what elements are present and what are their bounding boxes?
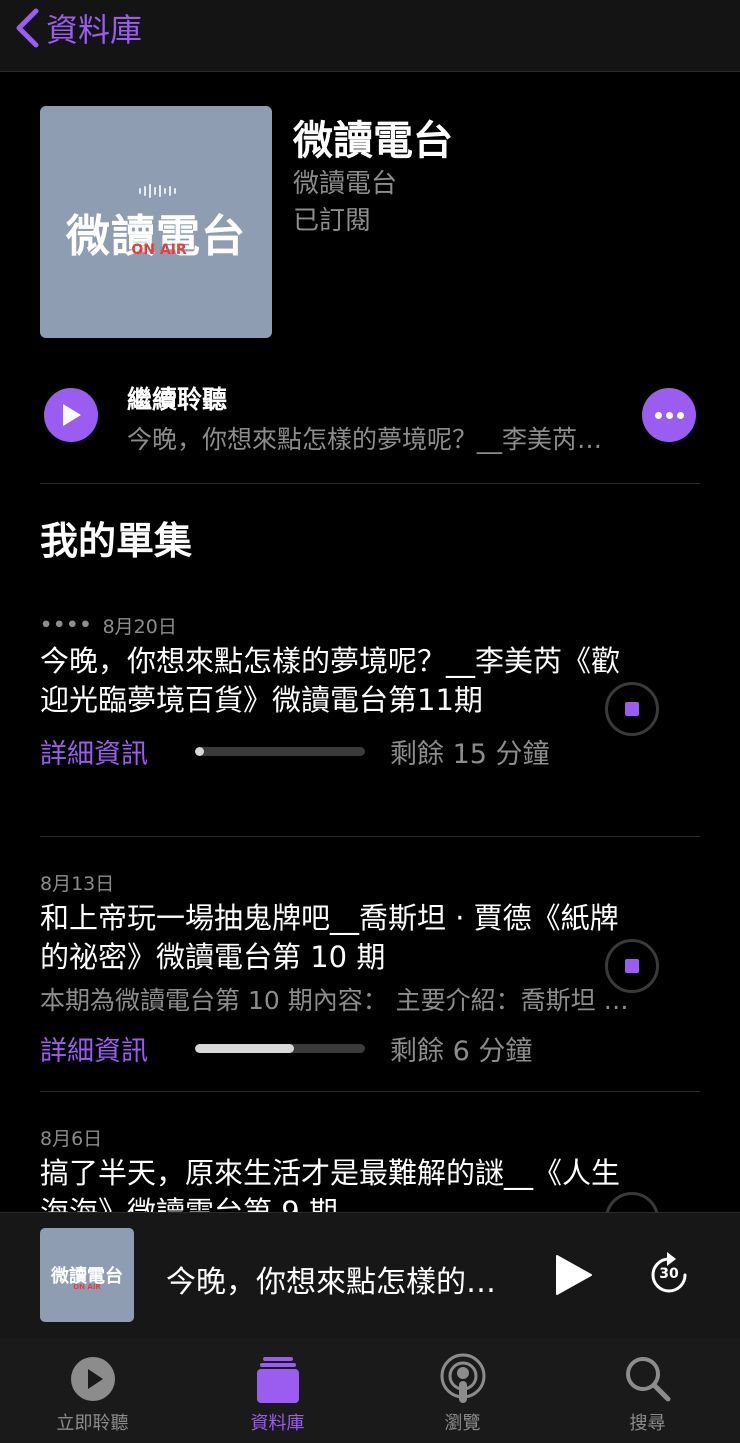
stop-icon xyxy=(625,702,639,716)
progress-fill xyxy=(195,747,204,756)
play-circle-icon xyxy=(70,1357,115,1401)
tab-label: 瀏覽 xyxy=(444,1413,481,1434)
play-icon xyxy=(556,1255,592,1295)
nav-bar: 資料庫 xyxy=(0,0,740,72)
more-dot-icon xyxy=(676,411,684,419)
section-title: 我的單集 xyxy=(40,519,193,563)
progress-fill xyxy=(195,1044,294,1053)
tab-label: 搜尋 xyxy=(629,1413,666,1434)
divider xyxy=(40,836,700,837)
download-progress-icon: •••• xyxy=(40,614,93,636)
episode-description: 本期為微讀電台第 10 期內容： 主要介紹：喬斯坦 · 賈德《紙牌的祕密》 xyxy=(40,986,630,1015)
artwork-badge: ON AIR xyxy=(131,242,187,258)
episode-details-link[interactable]: 詳細資訊 xyxy=(40,732,195,771)
tab-library[interactable]: 資料庫 xyxy=(185,1337,370,1443)
divider xyxy=(40,1091,700,1092)
resume-play-button[interactable] xyxy=(44,388,98,442)
episode-item[interactable]: •••• 8月20日 今晚，你想來點怎樣的夢境呢？__李美芮《歡迎光臨夢境百貨》… xyxy=(40,612,700,771)
back-label: 資料庫 xyxy=(46,11,143,49)
mini-play-button[interactable] xyxy=(553,1253,593,1301)
episode-date: 8月20日 xyxy=(102,615,177,638)
episode-date: 8月13日 xyxy=(40,872,115,895)
podcast-icon xyxy=(440,1353,485,1403)
back-button[interactable]: 資料庫 xyxy=(14,6,142,50)
tab-search[interactable]: 搜尋 xyxy=(555,1337,740,1443)
episode-details-link[interactable]: 詳細資訊 xyxy=(40,1029,195,1068)
tab-browse[interactable]: 瀏覽 xyxy=(370,1337,555,1443)
tab-bar: 立即聆聽 資料庫 瀏覽 搜尋 xyxy=(0,1337,740,1443)
episode-progress-bar xyxy=(195,747,365,756)
show-author[interactable]: 微讀電台 xyxy=(293,163,397,200)
library-stack-icon xyxy=(256,1357,299,1403)
soundwave-icon xyxy=(139,184,176,198)
show-title: 微讀電台 xyxy=(293,118,453,164)
more-options-button[interactable] xyxy=(642,388,696,442)
divider xyxy=(40,483,700,484)
search-icon xyxy=(625,1357,670,1402)
episode-title[interactable]: 今晚，你想來點怎樣的夢境呢？__李美芮《歡迎光臨夢境百貨》微讀電台第11期 xyxy=(40,642,630,720)
download-stop-button[interactable] xyxy=(605,682,659,736)
episode-remaining: 剩餘 15 分鐘 xyxy=(390,739,550,770)
stop-icon xyxy=(625,959,639,973)
episode-item[interactable]: 8月13日 和上帝玩一場抽鬼牌吧__喬斯坦 · 賈德《紙牌的祕密》微讀電台第 1… xyxy=(40,869,700,1068)
episode-progress-bar xyxy=(195,1044,365,1053)
mini-player[interactable]: 微讀電台 ON AIR 今晚，你想來點怎樣的夢境呢？__李美芮《歡迎光臨夢境百貨… xyxy=(0,1212,740,1337)
tab-label: 資料庫 xyxy=(250,1413,305,1434)
episode-title[interactable]: 和上帝玩一場抽鬼牌吧__喬斯坦 · 賈德《紙牌的祕密》微讀電台第 10 期 xyxy=(40,899,630,977)
mini-artwork-badge: ON AIR xyxy=(73,1283,101,1291)
episode-remaining: 剩餘 6 分鐘 xyxy=(390,1036,533,1067)
download-stop-button[interactable] xyxy=(605,939,659,993)
show-artwork: 微讀電台 ON AIR xyxy=(40,106,272,338)
resume-episode-title[interactable]: 今晚，你想來點怎樣的夢境呢？__李美芮《歡迎光臨夢境百貨》微讀電台第11期 xyxy=(127,420,612,456)
skip-forward-button[interactable]: 30 xyxy=(647,1249,691,1301)
tab-label: 立即聆聽 xyxy=(56,1413,129,1434)
chevron-left-icon xyxy=(16,8,39,48)
subscription-status: 已訂閱 xyxy=(293,206,372,236)
episode-date: 8月6日 xyxy=(40,1127,103,1150)
tab-listen-now[interactable]: 立即聆聽 xyxy=(0,1337,185,1443)
more-dot-icon xyxy=(665,411,673,419)
more-dot-icon xyxy=(654,411,662,419)
skip-seconds: 30 xyxy=(659,1266,679,1282)
resume-label: 繼續聆聽 xyxy=(127,385,228,414)
play-icon xyxy=(63,404,81,426)
mini-player-title[interactable]: 今晚，你想來點怎樣的夢境呢？__李美芮《歡迎光臨夢境百貨》 xyxy=(166,1257,511,1301)
mini-player-artwork: 微讀電台 ON AIR xyxy=(40,1228,134,1322)
